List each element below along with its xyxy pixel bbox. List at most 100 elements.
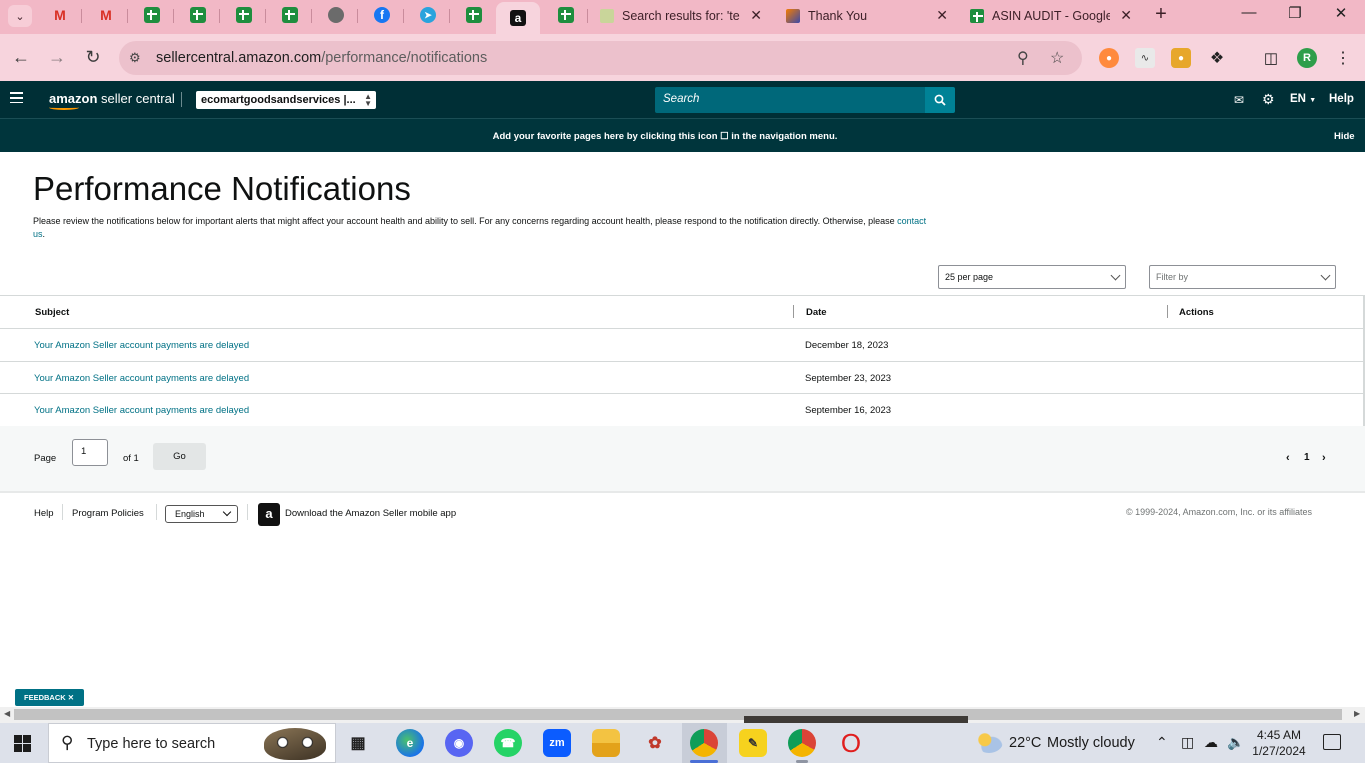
account-switcher[interactable]: ecomartgoodsandservices |... ▲ ▼ bbox=[196, 91, 376, 109]
address-bar[interactable]: ⚙ sellercentral.amazon.com/performance/n… bbox=[119, 41, 1082, 75]
scroll-left-icon[interactable]: ◀ bbox=[4, 709, 10, 718]
pagination-bar: Page 1 of 1 Go ‹ 1 › bbox=[0, 426, 1365, 493]
opera-icon[interactable]: O bbox=[837, 728, 865, 758]
windows-start-icon[interactable] bbox=[14, 735, 31, 752]
new-tab-button[interactable]: + bbox=[1150, 4, 1172, 26]
scroll-right-icon[interactable]: ▶ bbox=[1354, 709, 1360, 718]
forward-icon[interactable]: → bbox=[44, 44, 70, 70]
extension-yellow-icon[interactable]: ● bbox=[1171, 48, 1191, 68]
current-page-number[interactable]: 1 bbox=[1304, 452, 1310, 463]
footer-help-link[interactable]: Help bbox=[34, 508, 54, 519]
horizontal-scrollbar[interactable]: ◀ ▶ bbox=[0, 707, 1365, 723]
notification-subject-link[interactable]: Your Amazon Seller account payments are … bbox=[34, 340, 249, 351]
filter-select[interactable]: Filter by bbox=[1149, 265, 1336, 289]
volume-icon[interactable]: 🔈 bbox=[1227, 734, 1244, 751]
scrollbar-thumb[interactable] bbox=[14, 709, 1342, 720]
close-icon[interactable]: ✕ bbox=[68, 693, 74, 702]
download-app-link[interactable]: Download the Amazon Seller mobile app bbox=[285, 508, 456, 519]
close-tab-icon[interactable]: ✕ bbox=[750, 7, 762, 24]
previous-page-icon[interactable]: ‹ bbox=[1286, 452, 1290, 464]
close-window-button[interactable]: ✕ bbox=[1318, 4, 1364, 26]
minimize-button[interactable]: — bbox=[1226, 4, 1272, 26]
banner-hide-link[interactable]: Hide bbox=[1334, 131, 1355, 142]
tab-sheets-1[interactable] bbox=[130, 4, 174, 26]
restore-button[interactable]: ❐ bbox=[1272, 4, 1318, 26]
notifications-icon[interactable] bbox=[1323, 734, 1341, 750]
site-info-icon[interactable]: ⚙ bbox=[129, 50, 141, 66]
battery-icon[interactable]: ◫ bbox=[1181, 734, 1194, 751]
zoom-app-icon[interactable]: zm bbox=[543, 729, 571, 757]
tab-amazon-active[interactable]: a bbox=[496, 2, 540, 34]
edge-icon[interactable]: e bbox=[396, 729, 424, 757]
extension-logo-icon[interactable]: ∿ bbox=[1135, 48, 1155, 68]
page-number-input[interactable]: 1 bbox=[72, 439, 108, 466]
notification-subject-link[interactable]: Your Amazon Seller account payments are … bbox=[34, 405, 249, 416]
url-text[interactable]: sellercentral.amazon.com/performance/not… bbox=[156, 50, 487, 66]
tray-chevron-up-icon[interactable]: ⌃ bbox=[1156, 734, 1168, 751]
tab-sheets-5[interactable] bbox=[452, 4, 496, 26]
tab-facebook[interactable]: f bbox=[360, 4, 404, 26]
paint-app-icon[interactable]: ✿ bbox=[641, 729, 669, 757]
whatsapp-icon[interactable]: ☎ bbox=[494, 729, 522, 757]
tab-asin-audit[interactable]: ASIN AUDIT - Google ✕ bbox=[960, 4, 1142, 28]
chrome-menu-icon[interactable]: ⋮ bbox=[1333, 48, 1353, 68]
column-header-date[interactable]: Date bbox=[806, 307, 827, 318]
tab-sheets-4[interactable] bbox=[268, 4, 312, 26]
seller-search-input[interactable]: Search bbox=[655, 87, 925, 113]
discord-icon[interactable]: ◉ bbox=[445, 729, 473, 757]
go-button[interactable]: Go bbox=[153, 443, 206, 470]
side-panel-icon[interactable]: ◫ bbox=[1261, 48, 1281, 68]
tab-telegram[interactable]: ➤ bbox=[406, 4, 450, 26]
leaf-icon bbox=[600, 9, 614, 23]
system-clock[interactable]: 4:45 AM 1/27/2024 bbox=[1251, 727, 1307, 759]
zoom-icon[interactable]: ⚲ bbox=[1017, 48, 1029, 68]
extensions-puzzle-icon[interactable]: ❖ bbox=[1207, 48, 1227, 68]
weather-cloudy-icon[interactable] bbox=[975, 731, 1003, 753]
weather-description[interactable]: Mostly cloudy bbox=[1047, 735, 1135, 751]
hamburger-menu-icon[interactable] bbox=[10, 92, 23, 103]
tab-globe[interactable] bbox=[314, 4, 358, 26]
per-page-select[interactable]: 25 per page bbox=[938, 265, 1126, 289]
back-icon[interactable]: ← bbox=[8, 44, 34, 70]
bookmark-star-icon[interactable]: ☆ bbox=[1050, 48, 1064, 68]
seller-central-logo[interactable]: amazon seller central bbox=[49, 91, 175, 110]
search-button[interactable] bbox=[925, 87, 955, 113]
mail-icon[interactable]: ✉ bbox=[1234, 93, 1244, 107]
sticky-notes-icon[interactable]: ✎ bbox=[739, 729, 767, 757]
network-offline-icon[interactable]: ☁ bbox=[1204, 734, 1218, 751]
notification-subject-link[interactable]: Your Amazon Seller account payments are … bbox=[34, 373, 249, 384]
close-tab-icon[interactable]: ✕ bbox=[1120, 7, 1132, 24]
language-menu[interactable]: EN ▼ bbox=[1290, 93, 1316, 105]
next-page-icon[interactable]: › bbox=[1322, 452, 1326, 464]
task-view-icon[interactable]: ▦ bbox=[344, 729, 372, 757]
file-explorer-icon[interactable] bbox=[592, 729, 620, 757]
program-policies-link[interactable]: Program Policies bbox=[72, 508, 144, 519]
reload-icon[interactable]: ↻ bbox=[80, 44, 106, 70]
tab-search-results[interactable]: Search results for: 'te ✕ bbox=[590, 4, 772, 28]
weather-temperature[interactable]: 22°C bbox=[1009, 735, 1041, 751]
gmail-icon: M bbox=[100, 7, 112, 23]
settings-gear-icon[interactable]: ⚙ bbox=[1262, 91, 1275, 108]
footer-language-select[interactable]: English bbox=[165, 505, 238, 523]
tab-thank-you[interactable]: Thank You ✕ bbox=[776, 4, 958, 28]
feedback-button[interactable]: FEEDBACK ✕ bbox=[15, 689, 84, 706]
intro-text: Please review the notifications below fo… bbox=[33, 216, 927, 239]
amazon-seller-app-icon[interactable]: a bbox=[258, 503, 280, 526]
taskbar-search-box[interactable]: ⚲ Type here to search bbox=[48, 723, 336, 763]
tab-sheets-6[interactable] bbox=[544, 4, 588, 26]
video-overlay-edge bbox=[744, 716, 968, 723]
owl-search-highlight-icon bbox=[264, 728, 326, 760]
tab-sheets-2[interactable] bbox=[176, 4, 220, 26]
chrome-icon[interactable] bbox=[788, 729, 816, 757]
chrome-profile-icon[interactable] bbox=[690, 729, 718, 757]
extension-orange-icon[interactable]: ● bbox=[1099, 48, 1119, 68]
help-link[interactable]: Help bbox=[1329, 93, 1354, 105]
close-tab-icon[interactable]: ✕ bbox=[936, 7, 948, 24]
profile-avatar[interactable]: R bbox=[1297, 48, 1317, 68]
tab-gmail-1[interactable]: M bbox=[38, 4, 82, 26]
tab-search-chevron-icon[interactable]: ⌄ bbox=[8, 5, 32, 27]
sheets-icon bbox=[144, 7, 160, 23]
tab-sheets-3[interactable] bbox=[222, 4, 266, 26]
tab-gmail-2[interactable]: M bbox=[84, 4, 128, 26]
column-header-subject[interactable]: Subject bbox=[35, 307, 69, 318]
